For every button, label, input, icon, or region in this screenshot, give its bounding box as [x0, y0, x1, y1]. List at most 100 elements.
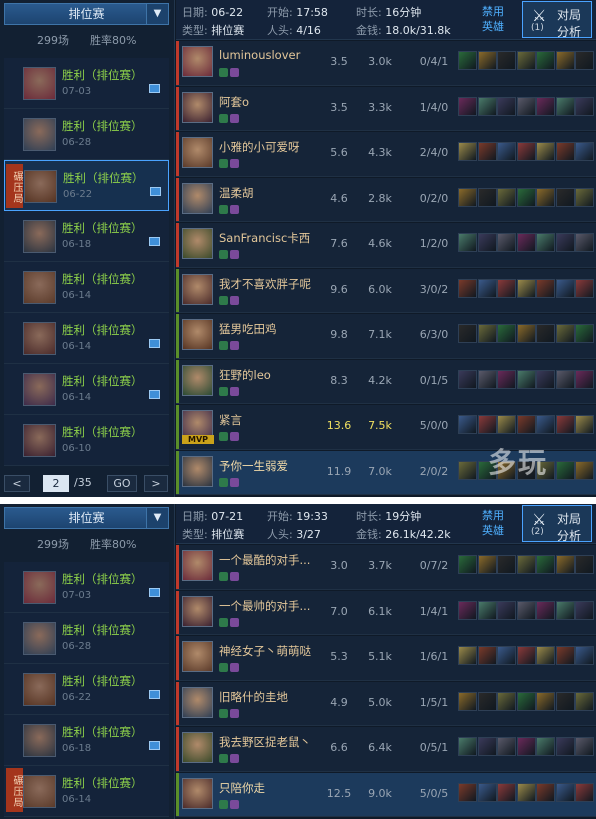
- player-row[interactable]: 猛男吃田鸡 9.8 7.1k 6/3/0: [176, 314, 596, 359]
- item-slot-icon: [555, 600, 575, 620]
- player-row[interactable]: 旧略什的圭地 4.9 5.0k 1/5/1: [176, 681, 596, 726]
- kills-field: 人头: 4/16: [267, 24, 321, 37]
- item-slot-icon: [575, 555, 594, 574]
- item-slot-icon: [458, 782, 477, 802]
- player-row[interactable]: luminouslover 3.5 3.0k 0/4/1: [176, 41, 596, 86]
- player-name[interactable]: 神经女子丶萌萌哒: [219, 643, 311, 659]
- match-list-item[interactable]: 胜利（排位赛） 06-22: [4, 664, 169, 715]
- player-name[interactable]: SanFrancisc卡西: [219, 230, 310, 246]
- player-row[interactable]: 神经女子丶萌萌哒 5.3 5.1k 1/6/1: [176, 636, 596, 681]
- item-slot-icon: [458, 187, 477, 207]
- player-row[interactable]: 温柔胡 4.6 2.8k 0/2/0: [176, 177, 596, 222]
- replay-icon[interactable]: [149, 741, 160, 750]
- page-input[interactable]: 2: [43, 475, 69, 492]
- replay-icon[interactable]: [149, 339, 160, 348]
- match-list-item[interactable]: 胜利（排位赛） 06-14: [4, 313, 169, 364]
- match-result: 胜利（排位赛）: [62, 272, 143, 286]
- match-list-item[interactable]: 胜利（排位赛） 06-18: [4, 715, 169, 766]
- player-name[interactable]: 旧略什的圭地: [219, 689, 288, 705]
- match-list-item[interactable]: 胜利（排位赛） 06-14: [4, 262, 169, 313]
- item-slot-icon: [497, 600, 516, 620]
- player-name[interactable]: 我去野区捉老鼠丶: [219, 734, 311, 750]
- item-slot-icon: [497, 369, 516, 389]
- match-list-item[interactable]: 胜利（排位赛） 06-22: [4, 160, 169, 211]
- player-row[interactable]: 我才不喜欢胖子呢 9.6 6.0k 3/0/2: [176, 268, 596, 313]
- item-slot-icon: [477, 233, 497, 252]
- hero-avatar: [182, 228, 213, 259]
- gold-field: 金钱: 18.0k/31.8k: [356, 24, 451, 37]
- match-history-panel-1: 排位赛 ▼ 299场 胜率80% 胜利（排位赛） 07-03 胜利（排位赛） 06-2…: [0, 0, 596, 497]
- player-name[interactable]: 猛男吃田鸡: [219, 321, 277, 337]
- hero-avatar: [182, 137, 213, 168]
- chevron-down-icon[interactable]: ▼: [146, 508, 168, 528]
- match-date: 06-18: [62, 239, 92, 250]
- player-score: 5.6: [330, 146, 348, 159]
- player-kda: 5/0/5: [419, 786, 449, 800]
- player-row[interactable]: 狂野的leo 8.3 4.2k 0/1/5: [176, 359, 596, 404]
- item-slot-icon: [477, 96, 497, 116]
- match-list-item[interactable]: 胜利（排位赛） 06-28: [4, 613, 169, 664]
- player-name[interactable]: 只陪你走: [219, 780, 265, 796]
- player-row[interactable]: SanFrancisc卡西 7.6 4.6k 1/2/0: [176, 223, 596, 268]
- player-kda: 1/4/0: [419, 100, 449, 114]
- player-row[interactable]: 小雅的小可爱呀 5.6 4.3k 2/4/0: [176, 132, 596, 177]
- player-row[interactable]: 只陪你走 12.5 9.0k 5/0/5: [176, 772, 596, 817]
- player-row[interactable]: 我去野区捉老鼠丶 6.6 6.4k 0/5/1: [176, 727, 596, 772]
- item-slot-icon: [458, 600, 477, 620]
- go-button[interactable]: GO: [107, 475, 137, 492]
- mode-dropdown[interactable]: 排位赛 ▼: [4, 507, 169, 529]
- player-name[interactable]: 温柔胡: [219, 185, 254, 201]
- item-bar: [458, 51, 594, 73]
- item-slot-icon: [536, 646, 555, 665]
- hero-avatar: [182, 319, 213, 350]
- match-list-item[interactable]: 胜利（排位赛） 06-14: [4, 364, 169, 415]
- match-list-item[interactable]: 胜利（排位赛） 06-14: [4, 766, 169, 817]
- banned-heroes-button[interactable]: 禁用 英雄: [476, 4, 510, 36]
- player-name[interactable]: 一个最帅的对手...: [219, 598, 310, 614]
- match-analysis-button[interactable]: ⚔ 对局 (1) 分析: [522, 1, 592, 39]
- item-slot-icon: [497, 646, 516, 665]
- player-score: 6.6: [330, 741, 348, 754]
- replay-icon[interactable]: [149, 690, 160, 699]
- match-list-item[interactable]: 胜利（排位赛） 06-10: [4, 415, 169, 466]
- player-name[interactable]: 我才不喜欢胖子呢: [219, 276, 311, 292]
- replay-icon[interactable]: [149, 84, 160, 93]
- item-slot-icon: [516, 278, 536, 298]
- next-page-button[interactable]: >: [144, 475, 168, 492]
- match-list-item[interactable]: 胜利（排位赛） 06-28: [4, 109, 169, 160]
- item-slot-icon: [536, 96, 555, 116]
- replay-icon[interactable]: [149, 588, 160, 597]
- player-name[interactable]: 予你一生弱爱: [219, 458, 288, 474]
- player-gold: 6.0k: [368, 282, 392, 296]
- match-list-item[interactable]: 胜利（排位赛） 07-03: [4, 58, 169, 109]
- player-name[interactable]: 阿套o: [219, 94, 249, 110]
- player-row[interactable]: 一个最帅的对手... 7.0 6.1k 1/4/1: [176, 590, 596, 635]
- player-kda: 0/4/1: [419, 55, 449, 68]
- player-score: 9.8: [330, 328, 348, 341]
- player-name[interactable]: 狂野的leo: [219, 367, 271, 383]
- match-analysis-button[interactable]: ⚔ 对局 (2) 分析: [522, 505, 592, 543]
- prev-page-button[interactable]: <: [4, 475, 30, 492]
- match-list-item[interactable]: 胜利（排位赛） 06-18: [4, 211, 169, 262]
- replay-icon[interactable]: [150, 187, 161, 196]
- item-slot-icon: [477, 691, 497, 711]
- hero-avatar: [182, 182, 213, 214]
- replay-icon[interactable]: [149, 390, 160, 399]
- banned-heroes-button[interactable]: 禁用 英雄: [476, 508, 510, 540]
- chevron-down-icon[interactable]: ▼: [146, 4, 168, 24]
- item-slot-icon: [516, 324, 536, 343]
- player-name[interactable]: 小雅的小可爱呀: [219, 139, 300, 155]
- player-tags: [219, 249, 241, 259]
- player-row[interactable]: 阿套o 3.5 3.3k 1/4/0: [176, 86, 596, 131]
- match-list-item[interactable]: 胜利（排位赛） 07-03: [4, 562, 169, 613]
- item-slot-icon: [555, 187, 575, 207]
- player-row[interactable]: 一个最酷的对手... 3.0 3.7k 0/7/2: [176, 545, 596, 590]
- player-tags: [219, 204, 241, 214]
- mode-dropdown[interactable]: 排位赛 ▼: [4, 3, 169, 25]
- player-name[interactable]: luminouslover: [219, 48, 300, 62]
- player-score: 3.5: [330, 100, 348, 114]
- player-name[interactable]: 一个最酷的对手...: [219, 552, 310, 568]
- replay-icon[interactable]: [149, 237, 160, 246]
- mode-label: 排位赛: [68, 511, 105, 525]
- player-name[interactable]: 紧言: [219, 412, 242, 428]
